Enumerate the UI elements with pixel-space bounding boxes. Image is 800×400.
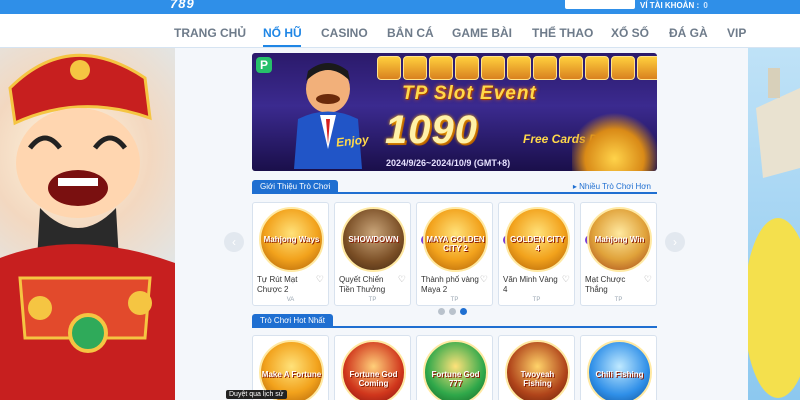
top-bar: 789 VÍ TÀI KHOẢN : 0	[0, 0, 800, 14]
thumbnail-title: Chili Fishing	[595, 370, 644, 379]
thumbnail-title: Mahjong Ways	[263, 235, 320, 244]
game-provider: VA	[286, 297, 295, 303]
game-name: Quyết Chiến Tiền Thưởng	[339, 275, 386, 294]
game-icon	[533, 56, 557, 80]
favorite-icon[interactable]: ♡	[316, 274, 324, 285]
favorite-icon[interactable]: ♡	[480, 274, 488, 285]
game-thumbnail: GOLDEN CITY 4	[505, 207, 570, 272]
section-header-intro: Giới Thiệu Trò Chơi ▸ Nhiều Trò Chơi Hơn	[252, 180, 657, 194]
section-header-hot: Trò Chơi Hot Nhất	[252, 314, 657, 328]
login-box[interactable]	[565, 0, 635, 9]
game-icon	[585, 56, 609, 80]
history-tooltip: Duyệt qua lịch sử	[226, 390, 287, 399]
game-card[interactable]: Y GOLDEN CITY 4 Văn Minh Vàng 4 ♡ TP	[498, 202, 575, 306]
nav-item-vip[interactable]: VIP	[727, 26, 746, 40]
site-logo[interactable]: 789	[170, 0, 195, 11]
game-provider: TP	[532, 297, 541, 303]
game-card[interactable]: D Mahjong Win Mạt Chược Thắng ♡ TP	[580, 202, 657, 306]
game-thumbnail: Mahjong Ways	[259, 207, 324, 272]
intro-games-carousel: Mahjong Ways Tự Rút Mạt Chược 2 ♡ VA SHO…	[252, 202, 657, 306]
game-icon	[611, 56, 635, 80]
promo-banner[interactable]: P TP Slot Event Enjoy 1090 Free Cards Da…	[252, 53, 657, 171]
nav-item-game-bai[interactable]: GAME BÀI	[452, 26, 512, 40]
banner-game-icons	[377, 56, 657, 80]
main-nav: TRANG CHỦ NỔ HŨ CASINO BẮN CÁ GAME BÀI T…	[0, 14, 800, 48]
thumbnail-title: Fortune God 777	[431, 370, 480, 388]
thumbnail-title: Twoyeah Fishing	[520, 370, 555, 388]
game-card[interactable]: Twoyeah Fishing	[498, 335, 575, 400]
game-provider: TP	[450, 297, 459, 303]
game-icon	[507, 56, 531, 80]
banner-mascot	[294, 63, 362, 169]
carousel-prev-button[interactable]: ‹	[224, 232, 244, 252]
game-card[interactable]: Y MAYA GOLDEN CITY 2 Thành phố vàng Maya…	[416, 202, 493, 306]
banner-dates: 2024/9/26~2024/10/9 (GMT+8)	[386, 158, 511, 168]
coin-pile	[572, 109, 657, 171]
game-card[interactable]: SHOWDOWN Quyết Chiến Tiền Thưởng ♡ TP	[334, 202, 411, 306]
section-title: Trò Chơi Hot Nhất	[252, 314, 333, 328]
game-name: Mạt Chược Thắng	[585, 275, 626, 294]
game-icon	[455, 56, 479, 80]
thumbnail-title: SHOWDOWN	[348, 235, 399, 244]
game-icon	[429, 56, 453, 80]
nav-item-ban-ca[interactable]: BẮN CÁ	[387, 26, 434, 40]
thumbnail-title: MAYA GOLDEN CITY 2	[426, 235, 485, 253]
nav-item-da-ga[interactable]: ĐÁ GÀ	[669, 26, 708, 40]
game-thumbnail: Mahjong Win	[587, 207, 652, 272]
game-thumbnail: Fortune God Coming	[341, 340, 406, 400]
nav-item-casino[interactable]: CASINO	[321, 26, 368, 40]
game-icon	[403, 56, 427, 80]
favorite-icon[interactable]: ♡	[398, 274, 406, 285]
game-thumbnail: Fortune God 777	[423, 340, 488, 400]
game-icon	[637, 56, 657, 80]
left-side-mascot	[0, 48, 175, 400]
nav-item-trang-chu[interactable]: TRANG CHỦ	[174, 26, 246, 40]
game-provider: TP	[614, 297, 623, 303]
wallet-display: VÍ TÀI KHOẢN : 0	[640, 1, 708, 10]
game-name: Thành phố vàng Maya 2	[421, 275, 479, 294]
nav-item-no-hu[interactable]: NỔ HŨ	[263, 26, 302, 40]
game-name: Tự Rút Mạt Chược 2	[257, 275, 298, 294]
game-icon	[559, 56, 583, 80]
nav-item-xo-so[interactable]: XỔ SỐ	[611, 26, 649, 40]
hot-games-row: Make A Fortune Fortune God Coming Fortun…	[252, 335, 657, 400]
game-card[interactable]: Chili Fishing	[580, 335, 657, 400]
thumbnail-title: Make A Fortune	[261, 370, 322, 379]
game-card[interactable]: Fortune God 777	[416, 335, 493, 400]
section-title: Giới Thiệu Trò Chơi	[252, 180, 339, 194]
nav-item-the-thao[interactable]: THỂ THAO	[532, 26, 593, 40]
favorite-icon[interactable]: ♡	[562, 274, 570, 285]
thumbnail-title: Fortune God Coming	[349, 370, 398, 388]
right-side-mascot	[748, 48, 800, 400]
game-provider: TP	[368, 297, 377, 303]
game-card[interactable]: Mahjong Ways Tự Rút Mạt Chược 2 ♡ VA	[252, 202, 329, 306]
more-games-link[interactable]: ▸ Nhiều Trò Chơi Hơn	[573, 182, 651, 191]
game-thumbnail: SHOWDOWN	[341, 207, 406, 272]
game-icon	[481, 56, 505, 80]
game-icon	[377, 56, 401, 80]
provider-badge: P	[256, 57, 272, 73]
wallet-label: VÍ TÀI KHOẢN :	[640, 1, 700, 10]
game-thumbnail: MAYA GOLDEN CITY 2	[423, 207, 488, 272]
thumbnail-title: Mahjong Win	[594, 235, 645, 244]
banner-title: TP Slot Event	[402, 83, 537, 104]
nav-active-indicator	[263, 45, 301, 47]
game-name: Văn Minh Vàng 4	[503, 275, 558, 294]
thumbnail-title: GOLDEN CITY 4	[510, 235, 565, 253]
carousel-next-button[interactable]: ›	[665, 232, 685, 252]
banner-amount: 1090	[385, 108, 478, 152]
favorite-icon[interactable]: ♡	[644, 274, 652, 285]
game-thumbnail: Twoyeah Fishing	[505, 340, 570, 400]
game-card[interactable]: Fortune God Coming	[334, 335, 411, 400]
wallet-amount: 0	[703, 1, 708, 10]
game-thumbnail: Chili Fishing	[587, 340, 652, 400]
